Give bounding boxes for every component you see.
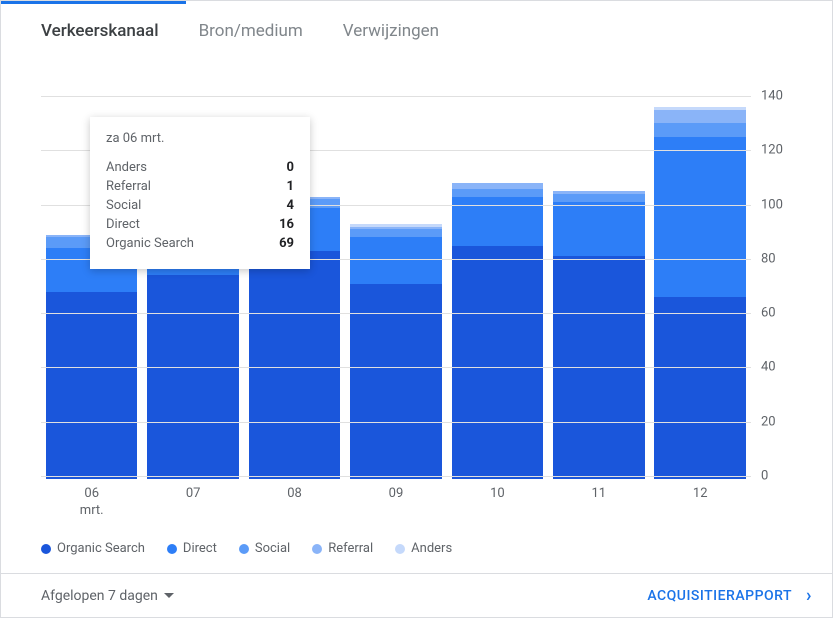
legend-label: Direct <box>183 541 217 556</box>
tooltip-row-value: 69 <box>279 236 294 251</box>
y-tick-label: 20 <box>761 414 791 429</box>
grid-line <box>41 313 751 314</box>
legend-dot-icon <box>395 544 405 554</box>
legend-item-anders[interactable]: Anders <box>395 541 452 556</box>
bar-segment-direct <box>350 237 442 283</box>
tooltip-row: Social 4 <box>106 196 294 215</box>
bar-segment-social <box>350 229 442 237</box>
legend-item-social[interactable]: Social <box>239 541 290 556</box>
tooltip-row: Referral 1 <box>106 177 294 196</box>
y-tick-label: 60 <box>761 306 791 321</box>
bar-segment-organic_search <box>249 251 341 479</box>
chevron-right-icon: › <box>806 585 812 606</box>
card-footer: Afgelopen 7 dagen ACQUISITIERAPPORT › <box>1 573 832 617</box>
tooltip-row-label: Anders <box>106 160 147 175</box>
chart-tooltip: za 06 mrt. Anders 0 Referral 1 Social 4 Direct… <box>90 117 310 269</box>
bar-segment-social <box>452 189 544 197</box>
y-tick-label: 40 <box>761 360 791 375</box>
tooltip-row: Organic Search 69 <box>106 234 294 253</box>
bar-segment-organic_search <box>452 246 544 479</box>
y-tick-label: 80 <box>761 251 791 266</box>
tooltip-row-label: Direct <box>106 217 140 232</box>
legend-item-direct[interactable]: Direct <box>167 541 217 556</box>
acquisition-report-link[interactable]: ACQUISITIERAPPORT › <box>647 585 812 606</box>
legend-dot-icon <box>167 544 177 554</box>
x-tick-label: 06mrt. <box>41 486 142 520</box>
bar-segment-organic_search <box>654 297 746 479</box>
date-range-selector[interactable]: Afgelopen 7 dagen <box>41 588 174 604</box>
y-tick-label: 0 <box>761 469 791 484</box>
x-tick-label: 12 <box>650 486 751 520</box>
legend-item-organic_search[interactable]: Organic Search <box>41 541 145 556</box>
legend-dot-icon <box>41 544 51 554</box>
tab-bronmedium[interactable]: Bron/medium <box>199 21 303 41</box>
bar-segment-social <box>654 123 746 137</box>
tooltip-title: za 06 mrt. <box>106 131 294 146</box>
tab-bar: Verkeerskanaal Bron/medium Verwijzingen <box>1 1 832 51</box>
x-tick-label: 10 <box>447 486 548 520</box>
report-link-label: ACQUISITIERAPPORT <box>647 588 792 604</box>
bar-segment-direct <box>553 202 645 256</box>
chart-legend: Organic Search Direct Social Referral Anders <box>41 541 452 556</box>
tab-verwijzingen[interactable]: Verwijzingen <box>343 21 439 41</box>
legend-label: Anders <box>411 541 452 556</box>
bar-segment-organic_search <box>46 292 138 479</box>
bar-segment-organic_search <box>147 275 239 479</box>
x-tick-label: 08 <box>244 486 345 520</box>
legend-dot-icon <box>239 544 249 554</box>
y-tick-label: 100 <box>761 197 791 212</box>
tooltip-row-label: Social <box>106 198 141 213</box>
bar-segment-social <box>553 194 645 202</box>
legend-item-referral[interactable]: Referral <box>312 541 373 556</box>
tooltip-row-value: 4 <box>287 198 294 213</box>
tooltip-row: Anders 0 <box>106 158 294 177</box>
date-range-label: Afgelopen 7 dagen <box>41 588 158 604</box>
bar-segment-referral <box>654 110 746 124</box>
legend-label: Social <box>255 541 290 556</box>
grid-line <box>41 422 751 423</box>
active-tab-indicator <box>1 1 186 4</box>
y-tick-label: 120 <box>761 143 791 158</box>
grid-line <box>41 367 751 368</box>
y-tick-label: 140 <box>761 89 791 104</box>
x-tick-label: 11 <box>548 486 649 520</box>
tooltip-row-value: 0 <box>287 160 294 175</box>
stacked-bar <box>553 191 645 479</box>
bar-segment-direct <box>654 137 746 297</box>
tooltip-row: Direct 16 <box>106 215 294 234</box>
stacked-bar <box>654 107 746 479</box>
tooltip-row-value: 1 <box>287 179 294 194</box>
legend-label: Referral <box>328 541 373 556</box>
tooltip-row-label: Referral <box>106 179 151 194</box>
grid-line <box>41 476 751 477</box>
chevron-down-icon <box>164 593 174 598</box>
tooltip-row-value: 16 <box>279 217 294 232</box>
grid-line <box>41 96 751 97</box>
analytics-card: Verkeerskanaal Bron/medium Verwijzingen 0 2… <box>0 0 833 618</box>
x-tick-label: 09 <box>345 486 446 520</box>
x-tick-label: 07 <box>142 486 243 520</box>
x-axis-labels: 06mrt.070809101112 <box>41 486 751 520</box>
tab-verkeerskanaal[interactable]: Verkeerskanaal <box>41 21 159 41</box>
legend-dot-icon <box>312 544 322 554</box>
stacked-bar <box>350 224 442 479</box>
tooltip-row-label: Organic Search <box>106 236 194 251</box>
stacked-bar <box>46 235 138 479</box>
legend-label: Organic Search <box>57 541 145 556</box>
stacked-bar <box>452 183 544 479</box>
